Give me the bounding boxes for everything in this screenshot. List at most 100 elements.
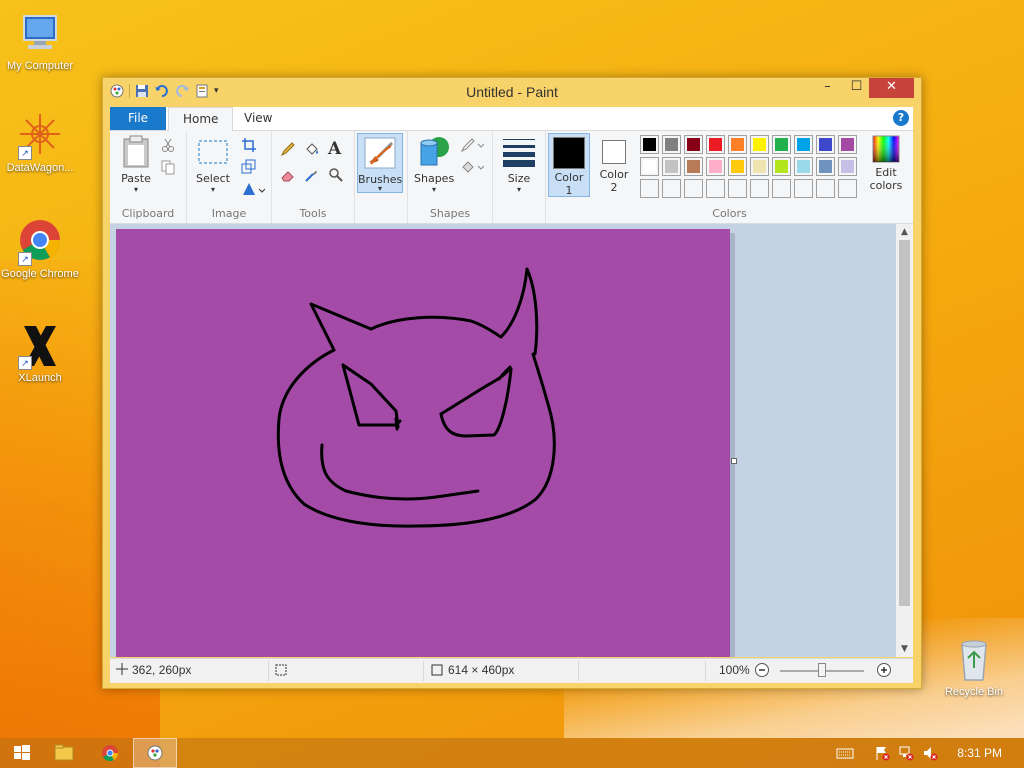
magnifier-icon[interactable] [328,167,344,183]
palette-swatch[interactable] [772,135,791,154]
paste-button[interactable]: Paste ▾ [116,135,156,194]
palette-swatch[interactable] [640,135,659,154]
copy-icon[interactable] [160,159,176,175]
palette-swatch[interactable] [728,157,747,176]
palette-swatch[interactable] [662,135,681,154]
swatch-fill [643,160,656,173]
palette-swatch[interactable] [838,135,857,154]
ribbon-home: Paste ▾ Clipboard Select ▾ Image A Tools… [110,131,913,224]
select-button[interactable]: Select ▾ [193,139,233,194]
custom-color-slot[interactable] [794,179,813,198]
scroll-up-icon[interactable]: ▲ [896,224,913,240]
canvas-resize-handle[interactable] [731,458,737,464]
zoom-slider-thumb[interactable] [818,663,826,677]
pencil-icon[interactable] [280,141,296,157]
palette-swatch[interactable] [684,135,703,154]
outline-icon[interactable] [460,137,485,153]
chrome-icon: ↗ [16,218,64,266]
color2-button[interactable]: Color 2 [594,133,634,197]
desktop-icon-xlaunch[interactable]: ↗ XLaunch [0,322,80,384]
fill-icon[interactable] [460,159,485,175]
custom-color-slot[interactable] [838,179,857,198]
minimize-button[interactable]: – [814,78,841,98]
custom-color-slot[interactable] [728,179,747,198]
custom-color-slot[interactable] [662,179,681,198]
palette-swatch[interactable] [706,157,725,176]
zoom-in-icon[interactable] [876,662,892,681]
desktop-icon-datawagon[interactable]: ↗ DataWagon... [0,112,80,174]
custom-color-slot[interactable] [640,179,659,198]
tab-file[interactable]: File [110,107,166,130]
palette-swatch[interactable] [794,157,813,176]
palette-swatch[interactable] [706,135,725,154]
scroll-down-icon[interactable]: ▼ [896,641,913,657]
action-center-flag-icon[interactable] [874,745,890,761]
swatch-fill [797,138,810,151]
taskbar-chrome[interactable] [88,738,132,768]
keyboard-icon[interactable] [836,745,854,761]
palette-swatch[interactable] [662,157,681,176]
taskbar-paint[interactable] [133,738,177,768]
rotate-icon[interactable] [241,181,266,197]
brushes-button[interactable]: Brushes ▾ [357,133,403,193]
maximize-button[interactable]: ☐ [843,78,870,98]
swatch-fill [731,138,744,151]
swatch-fill [665,160,678,173]
swatch-fill [775,160,788,173]
taskbar-clock[interactable]: 8:31 PM [957,746,1002,760]
tab-home[interactable]: Home [168,107,234,132]
tab-view[interactable]: View [230,107,286,130]
cut-icon[interactable] [160,137,176,153]
drawing-canvas[interactable] [116,229,730,657]
chevron-down-icon: ▾ [210,185,215,194]
custom-color-slot[interactable] [750,179,769,198]
zoom-out-icon[interactable] [754,662,770,681]
palette-swatch[interactable] [794,135,813,154]
title-bar[interactable]: ▾ Untitled - Paint – ☐ ✕ [103,78,921,106]
text-tool-icon[interactable]: A [328,139,344,159]
color1-button[interactable]: Color 1 [548,133,590,197]
chevron-down-icon: ▾ [431,185,436,194]
palette-swatch[interactable] [750,157,769,176]
swatch-fill [731,160,744,173]
canvas-shadow [730,233,735,657]
palette-swatch[interactable] [640,157,659,176]
shapes-button[interactable]: Shapes ▾ [414,135,454,194]
image-size: 614 × 460px [448,663,515,677]
palette-swatch[interactable] [750,135,769,154]
palette-swatch[interactable] [684,157,703,176]
help-icon[interactable]: ? [893,110,909,126]
desktop-icon-google-chrome[interactable]: ↗ Google Chrome [0,218,80,280]
palette-swatch[interactable] [838,157,857,176]
vertical-scrollbar[interactable]: ▲ ▼ [896,224,913,657]
eraser-icon[interactable] [280,167,296,183]
palette-swatch[interactable] [816,135,835,154]
custom-color-slot[interactable] [706,179,725,198]
desktop-icon-recycle-bin[interactable]: Recycle Bin [934,636,1014,698]
taskbar: 8:31 PM [0,738,1024,768]
palette-swatch[interactable] [772,157,791,176]
chevron-down-icon: ▾ [133,185,138,194]
crop-icon[interactable] [241,137,257,153]
palette-swatch[interactable] [816,157,835,176]
swatch-fill [687,182,700,195]
desktop-icon-my-computer[interactable]: My Computer [0,10,80,72]
color-picker-icon[interactable] [304,167,320,183]
swatch-fill [687,138,700,151]
taskbar-file-explorer[interactable] [42,738,86,768]
custom-color-slot[interactable] [684,179,703,198]
status-divider [423,661,424,681]
palette-swatch[interactable] [728,135,747,154]
fill-bucket-icon[interactable] [304,141,320,157]
size-button[interactable]: Size ▾ [499,137,539,194]
volume-muted-icon[interactable] [922,745,938,761]
start-button[interactable] [0,738,44,768]
custom-color-slot[interactable] [772,179,791,198]
resize-icon[interactable] [241,159,257,175]
close-button[interactable]: ✕ [869,78,914,98]
scrollbar-thumb[interactable] [899,240,910,606]
custom-color-slot[interactable] [816,179,835,198]
network-icon[interactable] [898,745,914,761]
edit-colors-button[interactable]: Edit colors [864,135,908,192]
swatch-fill [819,160,832,173]
